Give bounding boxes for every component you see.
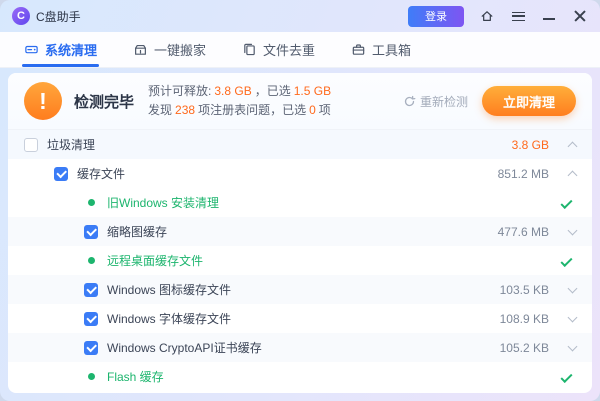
row-label: Windows 字体缓存文件 [107, 310, 231, 327]
refresh-icon [403, 95, 416, 108]
duplicate-files-icon [242, 42, 257, 57]
content-card: ! 检测完毕 预计可释放:3.8 GB，已选1.5 GB 发现238项注册表问题… [8, 73, 592, 393]
chevron-down-icon[interactable] [568, 225, 578, 235]
row-old-windows-cleanup[interactable]: 旧Windows 安装清理 [8, 188, 592, 217]
done-check-icon [560, 196, 572, 208]
tab-toolbox[interactable]: 工具箱 [333, 32, 429, 67]
tab-label: 工具箱 [372, 40, 411, 59]
row-size: 103.5 KB [500, 283, 549, 297]
tab-file-dedup[interactable]: 文件去重 [224, 32, 333, 67]
clean-now-button[interactable]: 立即清理 [482, 86, 576, 116]
row-thumbnail-cache[interactable]: 缩略图缓存 477.6 MB [8, 217, 592, 246]
cache-files-checkbox[interactable] [54, 167, 68, 181]
row-label: 垃圾清理 [47, 136, 95, 153]
thumbnail-cache-checkbox[interactable] [84, 225, 98, 239]
chevron-down-icon[interactable] [568, 341, 578, 351]
row-size: 851.2 MB [498, 167, 549, 181]
row-size: 108.9 KB [500, 312, 549, 326]
cryptoapi-cache-checkbox[interactable] [84, 341, 98, 355]
row-flash-cache[interactable]: Flash 缓存 [8, 362, 592, 391]
tab-label: 系统清理 [45, 40, 97, 59]
scan-details: 预计可释放:3.8 GB，已选1.5 GB 发现238项注册表问题，已选0项 [148, 82, 334, 120]
row-label: Flash 缓存 [107, 368, 164, 385]
hamburger-menu-icon[interactable] [510, 8, 526, 24]
row-label: Windows CryptoAPI证书缓存 [107, 339, 262, 356]
done-dot-icon [88, 257, 95, 264]
minimize-icon[interactable] [541, 8, 557, 24]
tab-one-key-move[interactable]: 一键搬家 [115, 32, 224, 67]
warning-icon: ! [24, 82, 62, 120]
tab-label: 一键搬家 [154, 40, 206, 59]
scan-status: 检测完毕 [74, 91, 134, 112]
row-size: 477.6 MB [498, 225, 549, 239]
app-title: C盘助手 [36, 8, 81, 25]
tabbar: 系统清理 一键搬家 文件去重 工具箱 [0, 32, 600, 68]
titlebar: C C盘助手 登录 [0, 0, 600, 32]
icon-cache-checkbox[interactable] [84, 283, 98, 297]
font-cache-checkbox[interactable] [84, 312, 98, 326]
registry-line: 发现238项注册表问题，已选0项 [148, 101, 334, 120]
row-size: 105.2 KB [500, 341, 549, 355]
row-windows-icon-cache[interactable]: Windows 图标缓存文件 103.5 KB [8, 275, 592, 304]
tab-label: 文件去重 [263, 40, 315, 59]
row-label: 缓存文件 [77, 165, 125, 182]
chevron-up-icon[interactable] [568, 170, 578, 180]
row-label: 旧Windows 安装清理 [107, 194, 219, 211]
toolbox-icon [351, 42, 366, 57]
scan-summary: ! 检测完毕 预计可释放:3.8 GB，已选1.5 GB 发现238项注册表问题… [8, 73, 592, 129]
close-icon[interactable] [572, 8, 588, 24]
row-label: 远程桌面缓存文件 [107, 252, 203, 269]
row-junk-cleanup[interactable]: 垃圾清理 3.8 GB [8, 130, 592, 159]
releasable-line: 预计可释放:3.8 GB，已选1.5 GB [148, 82, 334, 101]
login-button[interactable]: 登录 [408, 6, 464, 27]
disk-icon [24, 42, 39, 57]
row-cryptoapi-cert-cache[interactable]: Windows CryptoAPI证书缓存 105.2 KB [8, 333, 592, 362]
cleanup-list: 垃圾清理 3.8 GB 缓存文件 851.2 MB 旧Windows 安装清理 [8, 129, 592, 393]
row-remote-desktop-cache[interactable]: 远程桌面缓存文件 [8, 246, 592, 275]
row-label: 缩略图缓存 [107, 223, 167, 240]
row-windows-font-cache[interactable]: Windows 字体缓存文件 108.9 KB [8, 304, 592, 333]
recheck-label: 重新检测 [420, 93, 468, 110]
app-logo-icon: C [12, 7, 30, 25]
done-check-icon [560, 254, 572, 266]
chevron-up-icon[interactable] [568, 141, 578, 151]
chevron-down-icon[interactable] [568, 283, 578, 293]
app-window: C C盘助手 登录 系统清理 [0, 0, 600, 401]
tab-system-clean[interactable]: 系统清理 [6, 32, 115, 67]
chevron-down-icon[interactable] [568, 312, 578, 322]
row-size: 3.8 GB [512, 138, 549, 152]
done-dot-icon [88, 199, 95, 206]
row-cache-files[interactable]: 缓存文件 851.2 MB [8, 159, 592, 188]
home-icon[interactable] [479, 8, 495, 24]
recheck-button[interactable]: 重新检测 [403, 93, 468, 110]
done-dot-icon [88, 373, 95, 380]
done-check-icon [560, 370, 572, 382]
junk-cleanup-checkbox[interactable] [24, 138, 38, 152]
row-label: Windows 图标缓存文件 [107, 281, 231, 298]
move-box-icon [133, 42, 148, 57]
